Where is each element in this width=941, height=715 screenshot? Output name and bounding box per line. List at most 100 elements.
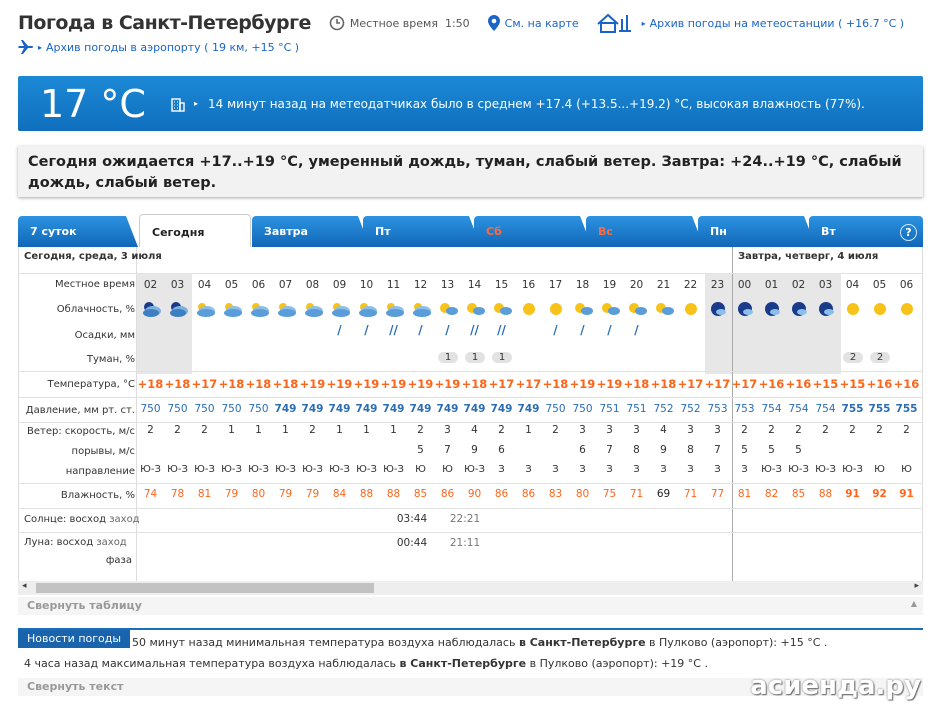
- label-moon-set: заход: [96, 537, 127, 548]
- temperature-value: +19: [380, 377, 407, 391]
- humidity-value: 88: [818, 488, 833, 500]
- pressure-value: 749: [301, 403, 324, 415]
- sun-icon: [901, 303, 913, 315]
- wind-direction: Ю-З: [815, 464, 836, 475]
- hour-label: 06: [899, 279, 914, 291]
- partly-cloudy-icon: [656, 303, 674, 315]
- temperature-value: +18: [245, 377, 272, 391]
- day-cloud-icon: [197, 303, 215, 317]
- temperature-value: +17: [704, 377, 731, 391]
- day-cloud-icon: [413, 303, 431, 317]
- map-link-label[interactable]: См. на карте: [505, 17, 579, 30]
- humidity-value: 79: [305, 488, 320, 500]
- rain-drops-icon: /: [418, 323, 423, 337]
- news-item[interactable]: 4 часа назад максимальная температура во…: [24, 657, 708, 670]
- tab-fri[interactable]: Пт: [363, 216, 481, 247]
- hour-label: 21: [656, 279, 671, 291]
- pressure-value: 749: [382, 403, 405, 415]
- scroll-left-icon[interactable]: ◂: [22, 581, 27, 591]
- pressure-value: 755: [868, 403, 891, 415]
- wind-speed: 2: [768, 424, 775, 436]
- wind-speed: 3: [444, 424, 451, 436]
- hour-column: 11 // +19 749 1 Ю-З 88: [380, 247, 407, 507]
- pressure-value: 749: [355, 403, 378, 415]
- local-time-label: Местное время: [349, 16, 438, 30]
- forecast-table: Сегодня, среда, 3 июля Завтра, четверг, …: [18, 247, 923, 581]
- label-temp: Температура, °C: [47, 379, 135, 390]
- meteo-text[interactable]: 14 минут назад на метеодатчиках было в с…: [208, 97, 865, 111]
- hour-label: 04: [197, 279, 212, 291]
- tab-label: Сб: [486, 225, 502, 238]
- hour-column: 04 +17 750 2 Ю-З 81: [191, 247, 218, 507]
- humidity-value: 86: [440, 488, 455, 500]
- tab-today[interactable]: Сегодня: [139, 214, 251, 247]
- scroll-right-icon[interactable]: ▸: [914, 581, 919, 591]
- page-header: Погода в Санкт-Петербурге Местное время …: [18, 8, 941, 38]
- wind-gust: 9: [471, 444, 478, 456]
- hour-column: 20 / +18 751 3 8 З 71: [623, 247, 650, 507]
- label-cloud: Облачность, %: [56, 304, 135, 315]
- humidity-value: 79: [278, 488, 293, 500]
- tab-tue[interactable]: Вт?: [809, 216, 923, 247]
- news-item[interactable]: 50 минут назад минимальная температура в…: [132, 636, 827, 649]
- hour-label: 22: [683, 279, 698, 291]
- fog-value: 2: [870, 352, 890, 363]
- temperature-value: +17: [731, 377, 758, 391]
- collapse-text-label[interactable]: Свернуть текст: [27, 680, 124, 693]
- hour-column: 06 +16 755 2 Ю 91: [893, 247, 920, 507]
- tab-tomorrow[interactable]: Завтра: [252, 216, 370, 247]
- wind-direction: Ю-З: [329, 464, 350, 475]
- wind-gust: 5: [417, 444, 424, 456]
- table-scrollbar[interactable]: ◂ ▸: [18, 581, 923, 595]
- hour-column: 04 2 +15 755 2 Ю-З 91: [839, 247, 866, 507]
- pressure-value: 750: [221, 403, 242, 415]
- day-tabs: 7 суток Завтра Пт Сб Вс Пн Вт? Сегодня: [18, 213, 923, 247]
- temperature-value: +15: [839, 377, 866, 391]
- archive-station-label[interactable]: Архив погоды на метеостанции: [650, 17, 835, 30]
- rain-drops-icon: /: [364, 323, 369, 337]
- night-cloud-icon: [738, 302, 753, 316]
- hour-label: 02: [791, 279, 806, 291]
- hour-column: 16 +17 749 1 З 86: [515, 247, 542, 507]
- partly-cloudy-icon: [467, 303, 485, 315]
- wind-speed: 3: [714, 424, 721, 436]
- archive-airport-link[interactable]: ▸ Архив погоды в аэропорту ( 19 км, +15 …: [18, 40, 299, 54]
- tab-label: Пт: [375, 225, 391, 238]
- archive-airport-info[interactable]: ( 19 км, +15 °C ): [204, 41, 299, 54]
- tab-7-days[interactable]: 7 суток: [18, 216, 138, 247]
- scrollbar-thumb[interactable]: [36, 583, 374, 593]
- wind-gust: 8: [633, 444, 640, 456]
- help-button[interactable]: ?: [900, 224, 917, 241]
- archive-station-link[interactable]: ▸ Архив погоды на метеостанции ( +16.7 °…: [596, 13, 904, 33]
- pressure-value: 749: [436, 403, 459, 415]
- wind-direction: З: [660, 464, 667, 475]
- collapse-table-label[interactable]: Свернуть таблицу: [27, 599, 142, 612]
- collapse-arrow-icon[interactable]: ▲: [911, 599, 917, 608]
- wind-speed: 2: [822, 424, 829, 436]
- wind-speed: 2: [201, 424, 208, 436]
- wind-speed: 4: [660, 424, 667, 436]
- wind-gust: 8: [687, 444, 694, 456]
- archive-station-temp[interactable]: ( +16.7 °C ): [838, 17, 904, 30]
- collapse-table-button[interactable]: Свернуть таблицу ▲: [18, 597, 923, 615]
- humidity-value: 83: [548, 488, 563, 500]
- archive-airport-label[interactable]: Архив погоды в аэропорту: [46, 41, 201, 54]
- wind-gust: 5: [795, 444, 802, 456]
- temperature-value: +15: [812, 377, 839, 391]
- wind-direction: Ю-З: [356, 464, 377, 475]
- fog-value: 2: [843, 352, 863, 363]
- hour-column: 03 +18 750 2 Ю-З 78: [164, 247, 191, 507]
- pressure-value: 752: [653, 403, 674, 415]
- map-link[interactable]: См. на карте: [487, 15, 579, 31]
- wind-gust: 9: [660, 444, 667, 456]
- tab-mon[interactable]: Пн: [698, 216, 816, 247]
- tab-label: Завтра: [264, 225, 308, 238]
- humidity-value: 79: [224, 488, 239, 500]
- meteo-sensors-link[interactable]: ▸ 14 минут назад на метеодатчиках было в…: [170, 96, 865, 112]
- tab-sun[interactable]: Вс: [586, 216, 704, 247]
- hour-label: 14: [467, 279, 482, 291]
- wind-speed: 4: [471, 424, 478, 436]
- label-gusts: порывы, м/с: [71, 446, 135, 457]
- tab-sat[interactable]: Сб: [474, 216, 592, 247]
- wind-speed: 2: [498, 424, 505, 436]
